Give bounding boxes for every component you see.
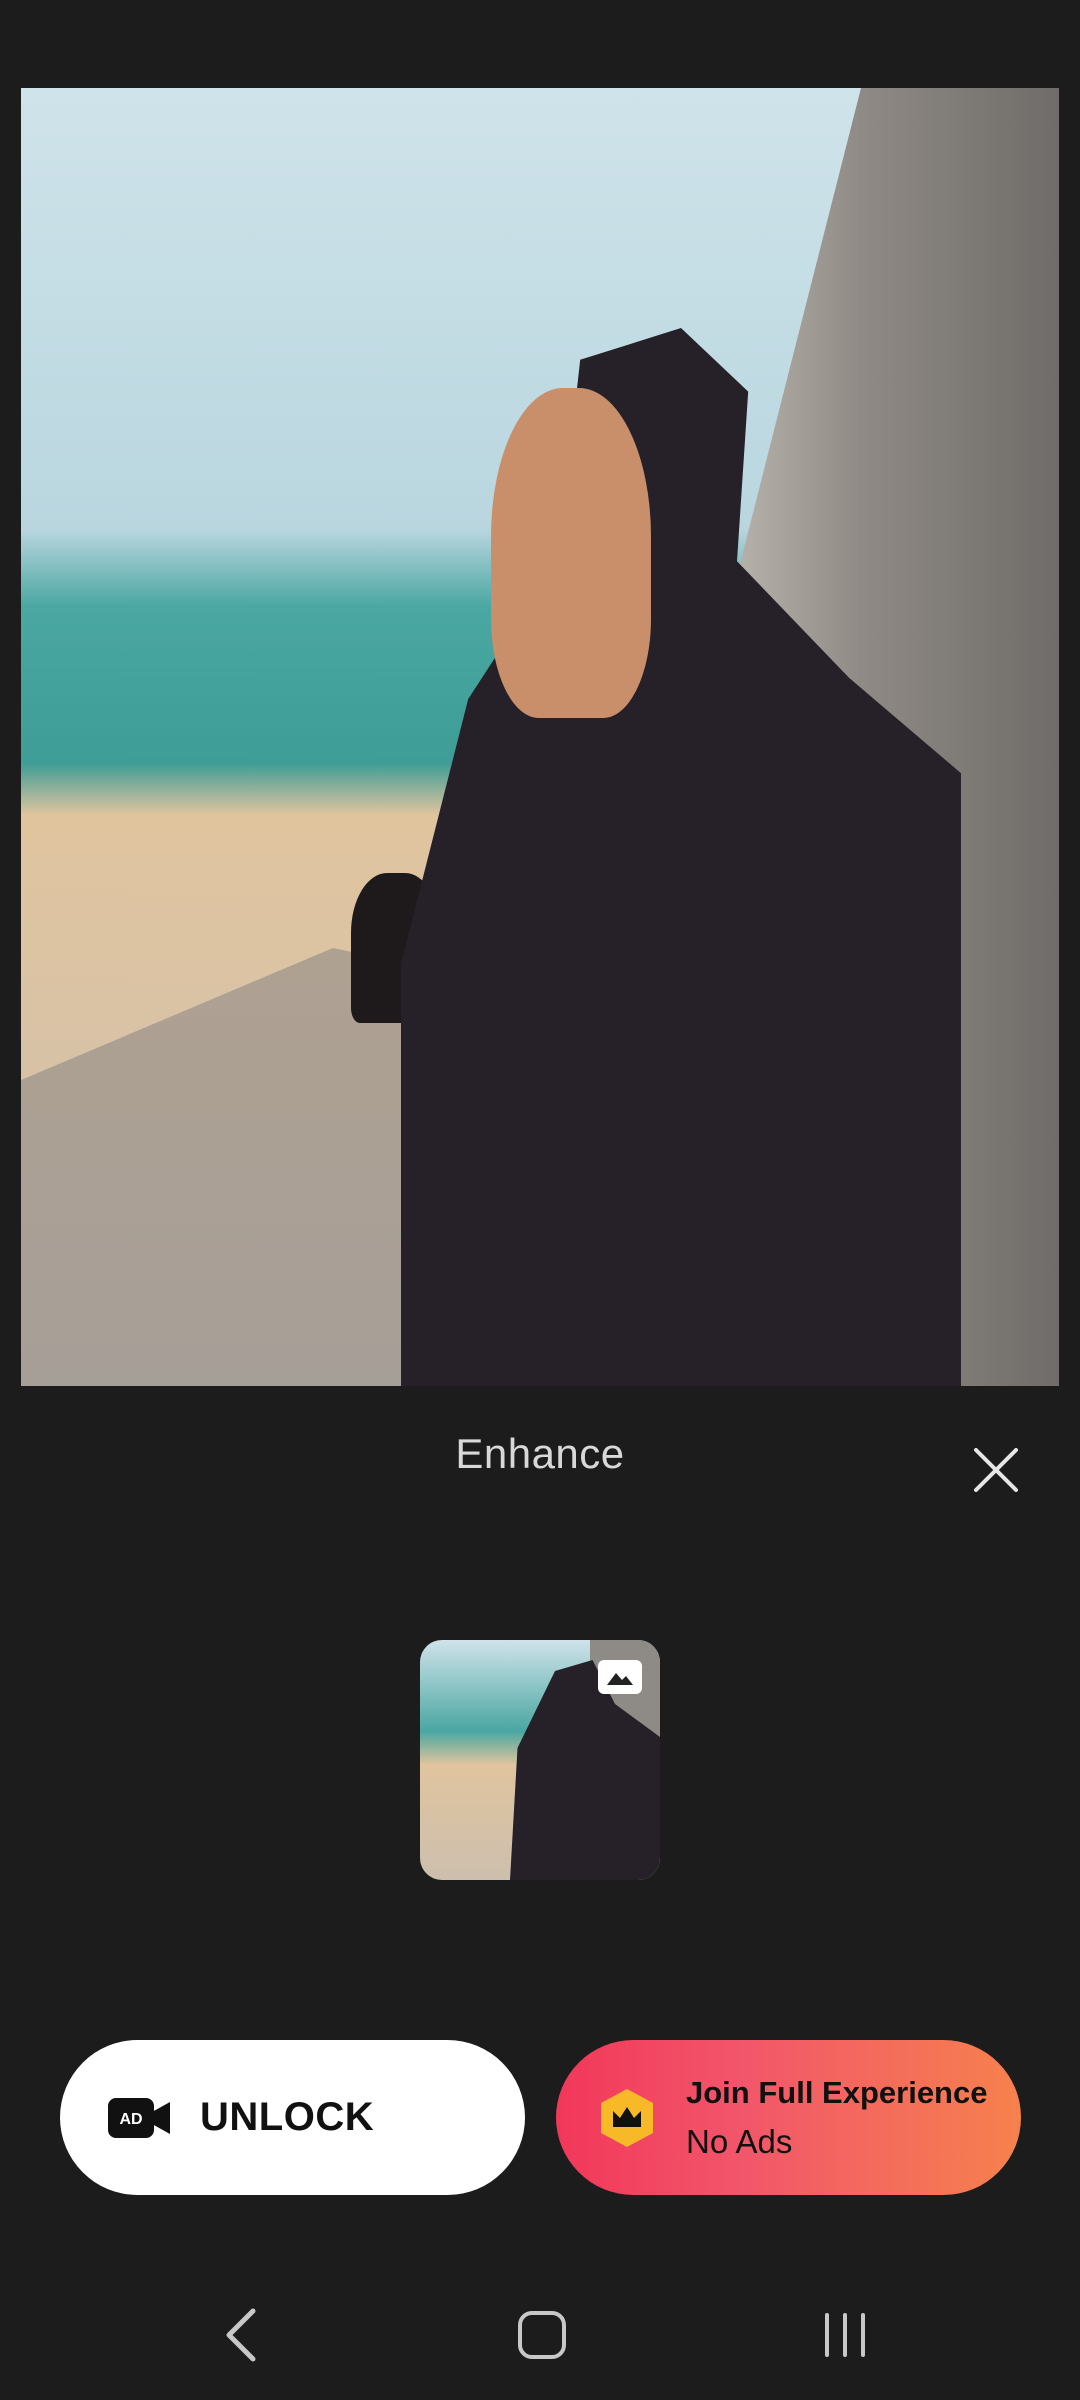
home-icon <box>518 2311 566 2359</box>
unlock-button[interactable]: AD UNLOCK <box>60 2040 525 2195</box>
image-icon <box>598 1660 642 1694</box>
system-nav-bar <box>0 2290 1080 2380</box>
join-title: Join Full Experience <box>686 2074 988 2110</box>
nav-back-button[interactable] <box>196 2290 286 2380</box>
crown-icon <box>601 2088 653 2147</box>
recents-icon <box>825 2313 865 2357</box>
ad-video-icon: AD <box>108 2097 170 2138</box>
join-subtitle: No Ads <box>686 2122 793 2160</box>
close-button[interactable] <box>966 1440 1026 1500</box>
main-photo <box>21 88 1059 1386</box>
photo-person-skin <box>491 388 651 718</box>
close-icon <box>974 1448 1018 1492</box>
back-icon <box>226 2308 256 2362</box>
join-full-experience-button[interactable]: Join Full Experience No Ads <box>556 2040 1021 2195</box>
nav-home-button[interactable] <box>497 2290 587 2380</box>
ad-badge-text: AD <box>119 2111 142 2128</box>
enhance-thumbnail[interactable] <box>420 1640 660 1880</box>
panel-title: Enhance <box>455 1430 625 1477</box>
nav-recents-button[interactable] <box>800 2290 890 2380</box>
unlock-label: UNLOCK <box>200 2095 375 2139</box>
